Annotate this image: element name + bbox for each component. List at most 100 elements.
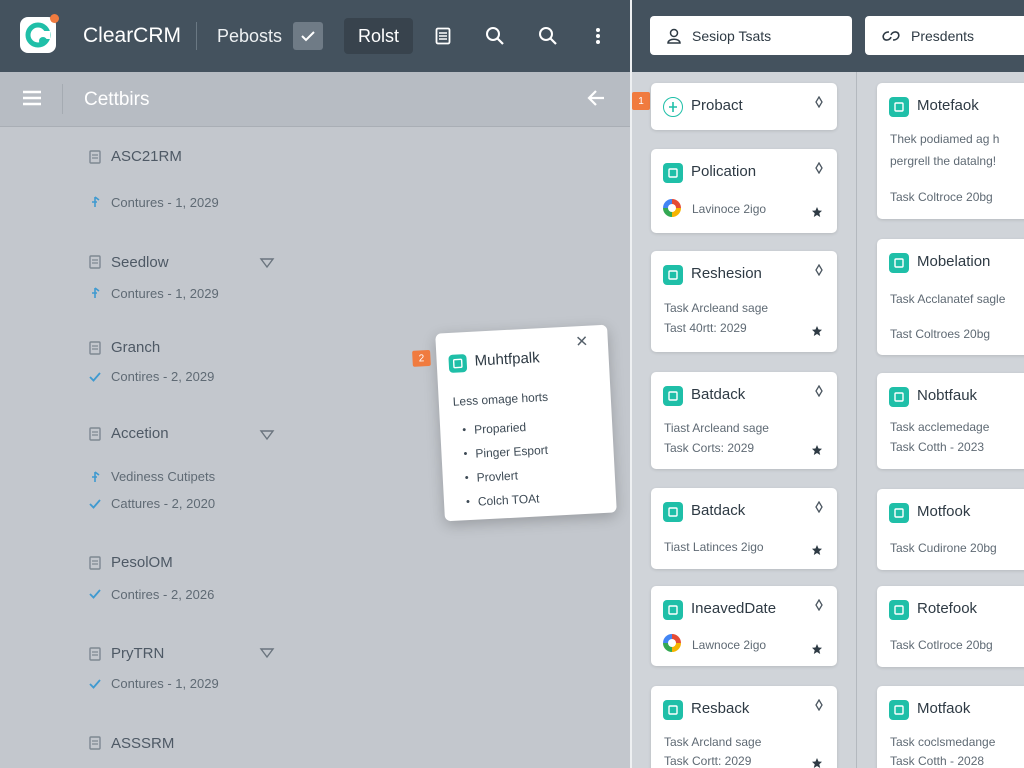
dropdown-icon[interactable] [259,646,275,659]
app-icon [663,502,683,522]
item-title: Seedlow [111,254,169,271]
card-line: Task Cotth - 2028 [890,754,985,768]
item-subtitle: Cattures - 2, 2020 [111,496,216,511]
item-detail: Vediness Cutipets [111,469,216,484]
card-title: Resback [691,700,750,717]
star-icon[interactable] [811,756,823,768]
drag-handle-icon[interactable] [813,161,825,175]
collapse-button[interactable] [587,89,607,112]
star-icon[interactable] [811,642,823,654]
item-title: Accetion [111,425,169,442]
card-line: Task Arcland sage [664,735,762,749]
app-icon [448,354,468,373]
dropdown-icon[interactable] [259,428,275,441]
app-icon [889,503,909,523]
more-options-button[interactable] [586,24,610,48]
card-title: Mobelation [917,253,991,270]
document-icon [435,27,451,45]
drag-handle-icon[interactable] [813,598,825,612]
item-title: ASSSRM [111,735,175,752]
drag-handle-icon[interactable] [813,500,825,514]
drag-handle-icon[interactable] [813,384,825,398]
item-subtitle: Contures - 1, 2029 [111,286,219,301]
task-card[interactable]: Batdack Tiast Arcleand sage Task Corts: … [651,372,837,469]
card-line: Tast Coltroes 20bg [890,327,991,341]
card-line: Task Acclanatef sagle [890,292,1006,306]
app-icon [889,387,909,407]
card-title: Reshesion [691,265,762,282]
card-line: Task Arcleand sage [664,301,769,315]
confirm-button[interactable] [293,22,323,50]
search-button[interactable] [483,24,507,48]
presidents-button[interactable]: Presdents [865,16,1024,55]
task-card[interactable]: Resback Task Arcland sage Task Cortt: 20… [651,686,837,768]
star-icon[interactable] [811,543,823,555]
card-title: Motfook [917,503,971,520]
roster-button[interactable]: Rolst [344,18,413,54]
task-card[interactable]: IneavedDate Lawnoce 2igo [651,586,837,666]
document-icon [88,255,102,269]
divider [62,84,63,114]
star-icon[interactable] [811,205,823,217]
global-search-button[interactable] [536,24,560,48]
item-subtitle: Contures - 1, 2029 [111,676,219,691]
link-icon [882,30,900,41]
card-title: IneavedDate [691,600,777,617]
popover-options: Proparied Pinger Esport Provlert Colch T… [462,414,551,514]
document-icon [88,150,102,164]
task-card[interactable]: Mobelation Task Acclanatef sagle Tast Co… [877,239,1024,355]
task-card[interactable]: Motfook Task Cudirone 20bg [877,489,1024,570]
card-line: Task Cudirone 20bg [890,541,997,555]
card-title: Batdack [691,386,746,403]
product-icon [663,97,683,117]
dropdown-icon[interactable] [259,256,275,269]
task-card[interactable]: Polication Lavinoce 2igo [651,149,837,233]
task-card[interactable]: Reshesion Task Arcleand sage Tast 40rtt:… [651,251,837,352]
card-assignee: Lawnoce 2igo [692,638,767,652]
session-tasks-label: Sesiop Tsats [692,27,772,44]
drag-handle-icon[interactable] [813,698,825,712]
document-icon [88,736,102,750]
app-icon [663,265,683,285]
floating-popover-card[interactable]: 2 Muhtfpalk Less omage horts Proparied P… [412,324,617,522]
check-icon [88,677,102,691]
popover-option[interactable]: Colch TOAt [465,486,551,514]
app-icon [663,600,683,620]
card-line: Tiast Arcleand sage [664,421,769,435]
user-icon [667,28,681,44]
presidents-label: Presdents [911,27,975,44]
item-subtitle: Contures - 1, 2029 [111,195,219,210]
document-button[interactable] [431,24,455,48]
pin-icon [88,195,102,209]
task-card[interactable]: Batdack Tiast Latinces 2igo [651,488,837,569]
pin-icon [88,470,102,484]
item-title: Granch [111,339,161,356]
task-card[interactable]: Rotefook Task Cotlroce 20bg [877,586,1024,667]
divider [196,22,197,50]
task-card[interactable]: Motefaok Thek podiamed ag h pergrell the… [877,83,1024,219]
star-icon[interactable] [811,443,823,455]
pin-icon [88,286,102,300]
star-icon[interactable] [811,324,823,336]
app-logo[interactable] [20,14,59,53]
logo-icon [25,22,51,48]
app-icon [663,163,683,183]
session-tasks-button[interactable]: Sesiop Tsats [650,16,852,55]
task-card[interactable]: Motfaok Task coclsmedange Task Cotth - 2… [877,686,1024,768]
check-icon [88,497,102,511]
check-icon [88,370,102,384]
close-button[interactable] [575,334,588,347]
drag-handle-icon[interactable] [813,95,825,109]
card-line: Thek podiamed ag h [890,132,1000,146]
task-card[interactable]: Nobtfauk Task acclemedage Task Cotth - 2… [877,373,1024,469]
hamburger-icon [23,90,41,106]
drag-handle-icon[interactable] [813,263,825,277]
card-line: Task acclemedage [890,420,990,434]
check-icon [88,587,102,601]
task-card[interactable]: Probact [651,83,837,130]
reports-menu[interactable]: Pebosts [217,26,282,47]
popover-subtitle: Less omage horts [452,389,549,409]
menu-button[interactable] [22,90,42,111]
item-title: PryTRN [111,645,165,662]
card-line: Task Cotlroce 20bg [890,638,993,652]
